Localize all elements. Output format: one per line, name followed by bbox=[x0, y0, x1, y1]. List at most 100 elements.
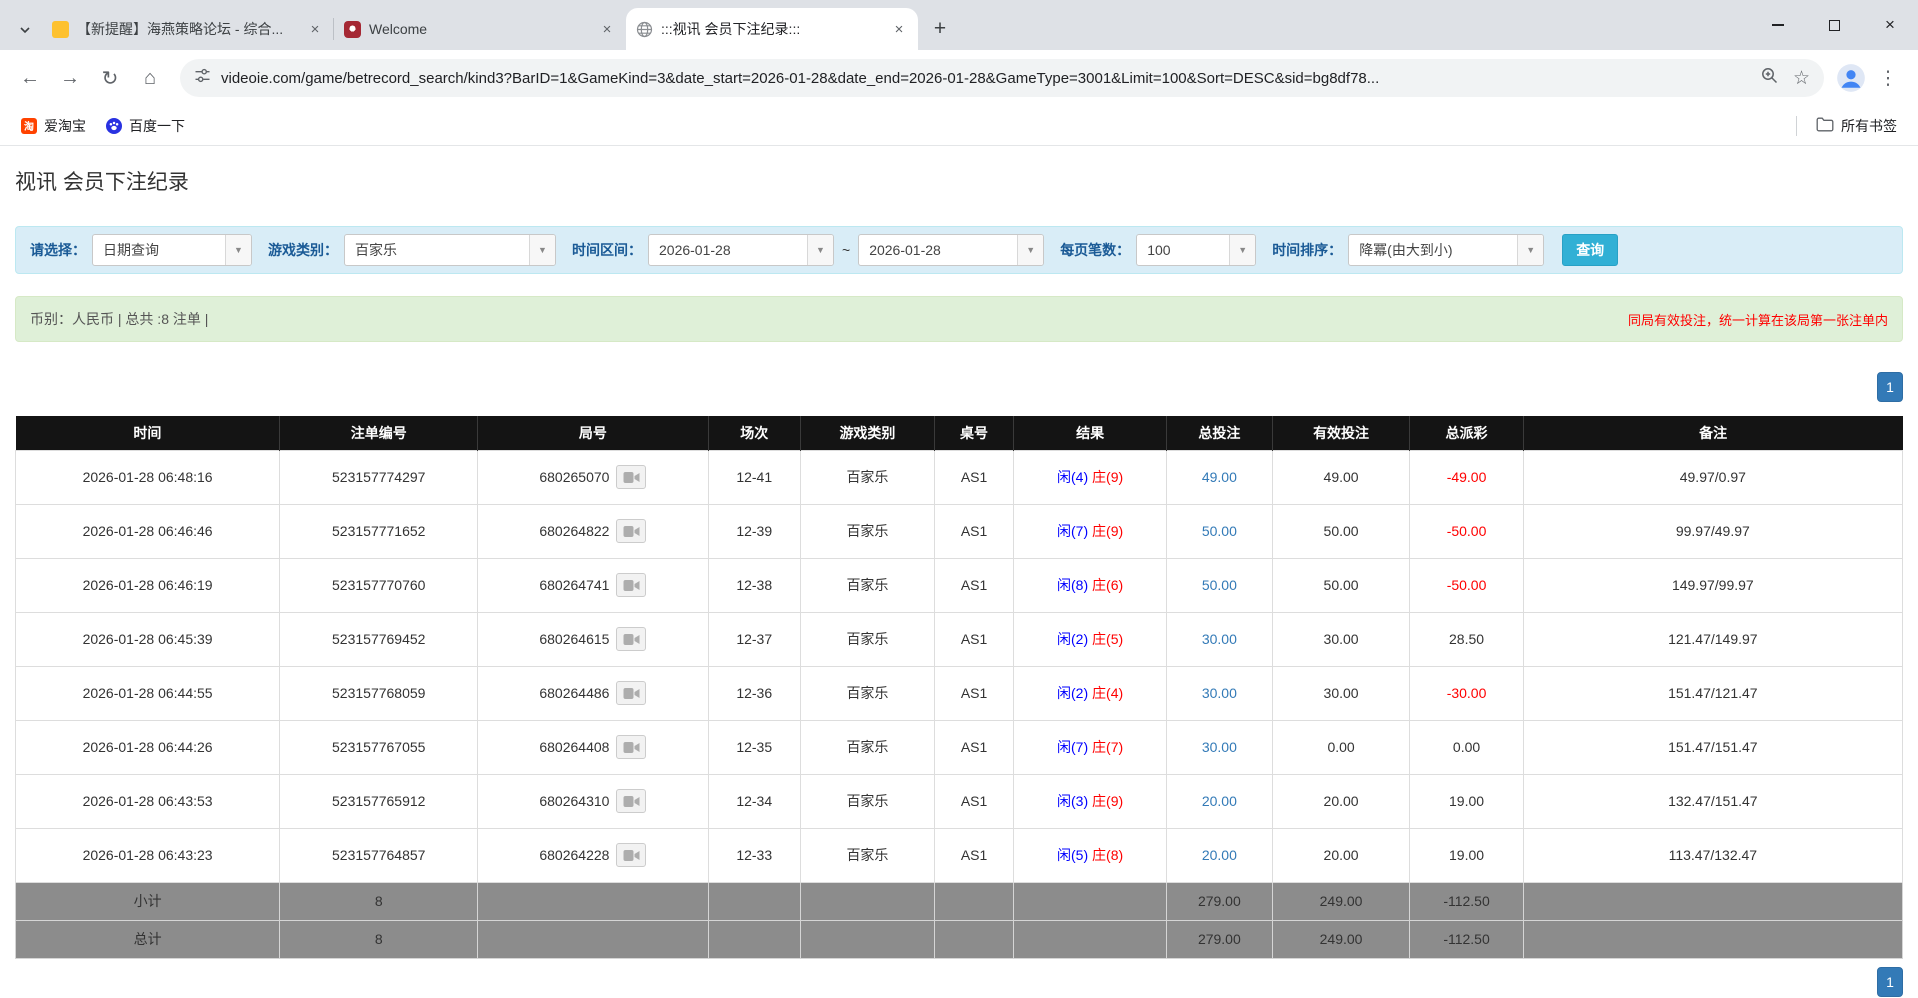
video-replay-button[interactable] bbox=[616, 573, 647, 597]
cell-total-bet: 20.00 bbox=[1166, 773, 1273, 829]
total-bet-link[interactable]: 30.00 bbox=[1202, 631, 1237, 647]
chevron-down-icon[interactable]: ▼ bbox=[1017, 235, 1044, 265]
cell-result: 闲(7) 庄(7) bbox=[1013, 719, 1168, 775]
url-text[interactable]: videoie.com/game/betrecord_search/kind3?… bbox=[221, 70, 1750, 87]
payout-value: -49.00 bbox=[1446, 469, 1487, 485]
total-bet-link[interactable]: 20.00 bbox=[1202, 793, 1237, 809]
bookmark-star-icon[interactable]: ☆ bbox=[1793, 67, 1810, 90]
chevron-down-icon bbox=[20, 27, 30, 34]
result-banker: 庄(6) bbox=[1092, 577, 1124, 593]
total-bet-link[interactable]: 30.00 bbox=[1202, 685, 1237, 701]
new-tab-button[interactable]: + bbox=[924, 13, 956, 45]
round-number: 680264486 bbox=[539, 685, 610, 701]
tab-welcome[interactable]: Welcome × bbox=[334, 8, 626, 50]
chevron-down-icon[interactable]: ▼ bbox=[225, 235, 251, 265]
tab-close-icon[interactable]: × bbox=[598, 20, 616, 38]
page-1-button[interactable]: 1 bbox=[1877, 372, 1903, 402]
cell-valid-bet: 30.00 bbox=[1271, 611, 1411, 667]
date-start-select[interactable]: 2026-01-28 ▼ bbox=[648, 234, 834, 266]
cell-remark: 132.47/151.47 bbox=[1522, 773, 1904, 829]
sort-order-select[interactable]: 降冪(由大到小) ▼ bbox=[1348, 234, 1545, 266]
cell-bet-id: 523157768059 bbox=[279, 665, 479, 721]
profile-avatar[interactable] bbox=[1836, 63, 1866, 93]
game-type-select[interactable]: 百家乐 ▼ bbox=[344, 234, 556, 266]
cell-time: 2026-01-28 06:44:26 bbox=[14, 719, 281, 775]
back-button[interactable]: ← bbox=[12, 60, 48, 96]
window-controls: × bbox=[1750, 0, 1918, 50]
total-bet-link[interactable]: 50.00 bbox=[1202, 577, 1237, 593]
chevron-down-icon[interactable]: ▼ bbox=[1517, 235, 1544, 265]
total-bet-link[interactable]: 30.00 bbox=[1202, 739, 1237, 755]
tab-close-icon[interactable]: × bbox=[306, 20, 324, 38]
column-header: 场次 bbox=[708, 416, 801, 450]
cell-total-bet: 30.00 bbox=[1166, 611, 1273, 667]
cell-table-no: AS1 bbox=[933, 611, 1015, 667]
currency-summary-text: 币别：人民币 | 总共 :8 注单 | bbox=[30, 311, 209, 327]
cell-total-bet: 30.00 bbox=[1166, 665, 1273, 721]
close-window-button[interactable]: × bbox=[1862, 0, 1918, 50]
query-type-select[interactable]: 日期查询 ▼ bbox=[92, 234, 252, 266]
all-bookmarks-button[interactable]: 所有书签 bbox=[1807, 112, 1906, 140]
home-button[interactable]: ⌂ bbox=[132, 60, 168, 96]
browser-window: 【新提醒】海燕策略论坛 - 综合... × Welcome × :::视讯 会员… bbox=[0, 0, 1918, 997]
url-bar[interactable]: videoie.com/game/betrecord_search/kind3?… bbox=[180, 59, 1824, 97]
per-page-value: 100 bbox=[1147, 242, 1171, 258]
tab-forum[interactable]: 【新提醒】海燕策略论坛 - 综合... × bbox=[42, 8, 334, 50]
video-replay-button[interactable] bbox=[616, 465, 647, 489]
chevron-down-icon[interactable]: ▼ bbox=[807, 235, 833, 265]
video-replay-button[interactable] bbox=[616, 843, 647, 867]
total-bet-link[interactable]: 50.00 bbox=[1202, 523, 1237, 539]
cell-bet-id: 523157774297 bbox=[279, 449, 479, 505]
cell-table-no: AS1 bbox=[933, 503, 1015, 559]
result-player: 闲(7) bbox=[1057, 739, 1089, 755]
cell-session: 12-37 bbox=[707, 611, 801, 667]
bookmark-taobao[interactable]: 淘 爱淘宝 bbox=[12, 112, 95, 140]
browser-menu-button[interactable]: ⋮ bbox=[1870, 60, 1906, 96]
zoom-icon[interactable] bbox=[1760, 66, 1779, 90]
all-bookmarks-label: 所有书签 bbox=[1841, 117, 1897, 134]
cell-session: 12-35 bbox=[707, 719, 801, 775]
result-banker: 庄(8) bbox=[1092, 847, 1124, 863]
cell-payout: 28.50 bbox=[1409, 611, 1524, 667]
per-page-select[interactable]: 100 ▼ bbox=[1136, 234, 1257, 266]
total-bet-link[interactable]: 49.00 bbox=[1202, 469, 1237, 485]
cell-payout: 19.00 bbox=[1409, 773, 1524, 829]
cell-result: 闲(2) 庄(4) bbox=[1013, 665, 1168, 721]
video-replay-button[interactable] bbox=[616, 627, 647, 651]
column-header: 注单编号 bbox=[279, 416, 479, 450]
search-button[interactable]: 查询 bbox=[1562, 234, 1619, 266]
cell-time: 2026-01-28 06:46:46 bbox=[14, 503, 281, 559]
result-player: 闲(8) bbox=[1057, 577, 1089, 593]
cell-round: 680265070 bbox=[477, 449, 709, 505]
info-bar: 币别：人民币 | 总共 :8 注单 | 同局有效投注，统一计算在该局第一张注单内 bbox=[15, 296, 1903, 342]
summary-row: 总计 8 279.00 249.00 -112.50 bbox=[14, 919, 1904, 959]
video-replay-button[interactable] bbox=[616, 789, 647, 813]
round-number: 680264408 bbox=[539, 739, 610, 755]
round-number: 680264741 bbox=[539, 577, 610, 593]
maximize-button[interactable] bbox=[1806, 0, 1862, 50]
site-settings-icon[interactable] bbox=[194, 67, 211, 89]
cell-time: 2026-01-28 06:48:16 bbox=[14, 449, 281, 505]
chevron-down-icon[interactable]: ▼ bbox=[529, 235, 555, 265]
page-1-button[interactable]: 1 bbox=[1877, 966, 1903, 997]
cell-game-type: 百家乐 bbox=[799, 449, 935, 505]
cell-session: 12-33 bbox=[707, 827, 801, 883]
table-row: 2026-01-28 06:46:19 523157770760 680264741… bbox=[14, 557, 1904, 613]
total-bet-link[interactable]: 20.00 bbox=[1202, 847, 1237, 863]
tab-search-button[interactable] bbox=[8, 10, 42, 50]
reload-button[interactable]: ↻ bbox=[92, 60, 128, 96]
tab-bet-record[interactable]: :::视讯 会员下注纪录::: × bbox=[626, 8, 918, 50]
date-end-select[interactable]: 2026-01-28 ▼ bbox=[858, 234, 1045, 266]
summary-payout: -112.50 bbox=[1409, 881, 1524, 921]
video-replay-button[interactable] bbox=[616, 735, 647, 759]
forward-button[interactable]: → bbox=[52, 60, 88, 96]
cell-table-no: AS1 bbox=[933, 449, 1015, 505]
pagination-bottom: 1 bbox=[15, 966, 1903, 997]
video-replay-button[interactable] bbox=[616, 681, 647, 705]
tab-close-icon[interactable]: × bbox=[890, 20, 908, 38]
chevron-down-icon[interactable]: ▼ bbox=[1229, 235, 1256, 265]
table-row: 2026-01-28 06:44:26 523157767055 680264408… bbox=[14, 719, 1904, 775]
video-replay-button[interactable] bbox=[616, 519, 647, 543]
minimize-button[interactable] bbox=[1750, 0, 1806, 50]
bookmark-baidu[interactable]: 百度一下 bbox=[97, 112, 194, 140]
